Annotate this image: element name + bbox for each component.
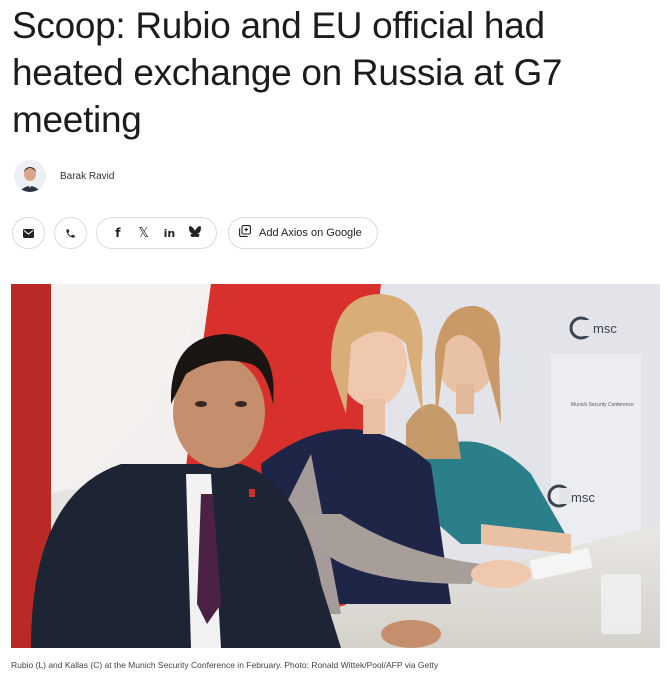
byline: Barak Ravid [14, 160, 114, 192]
svg-text:msc: msc [593, 321, 617, 336]
email-share-button[interactable] [12, 217, 45, 249]
photo-caption: Rubio (L) and Kallas (C) at the Munich S… [11, 660, 439, 670]
author-name[interactable]: Barak Ravid [60, 171, 114, 182]
backdrop-text: Munich Security Conference [571, 402, 634, 408]
facebook-icon: f [115, 226, 121, 240]
google-source-icon [239, 224, 251, 242]
phone-share-button[interactable] [54, 217, 87, 249]
share-toolbar: f 𝕏 in Add Axios on Google [12, 216, 378, 250]
linkedin-share-button[interactable]: in [158, 222, 180, 244]
add-axios-google-button[interactable]: Add Axios on Google [228, 217, 378, 249]
bluesky-share-button[interactable] [184, 222, 206, 244]
x-icon: 𝕏 [138, 225, 149, 241]
social-share-group: f 𝕏 in [96, 217, 217, 249]
facebook-share-button[interactable]: f [107, 222, 129, 244]
google-button-label: Add Axios on Google [259, 227, 362, 239]
author-avatar[interactable] [14, 160, 46, 192]
phone-icon [60, 222, 82, 244]
x-share-button[interactable]: 𝕏 [133, 222, 155, 244]
linkedin-icon: in [163, 226, 176, 240]
envelope-icon [18, 222, 40, 244]
article-headline: Scoop: Rubio and EU official had heated … [12, 5, 563, 140]
article-photo[interactable]: msc Munich Security Conference msc [11, 284, 660, 648]
butterfly-icon [189, 224, 202, 242]
svg-text:msc: msc [571, 490, 595, 505]
